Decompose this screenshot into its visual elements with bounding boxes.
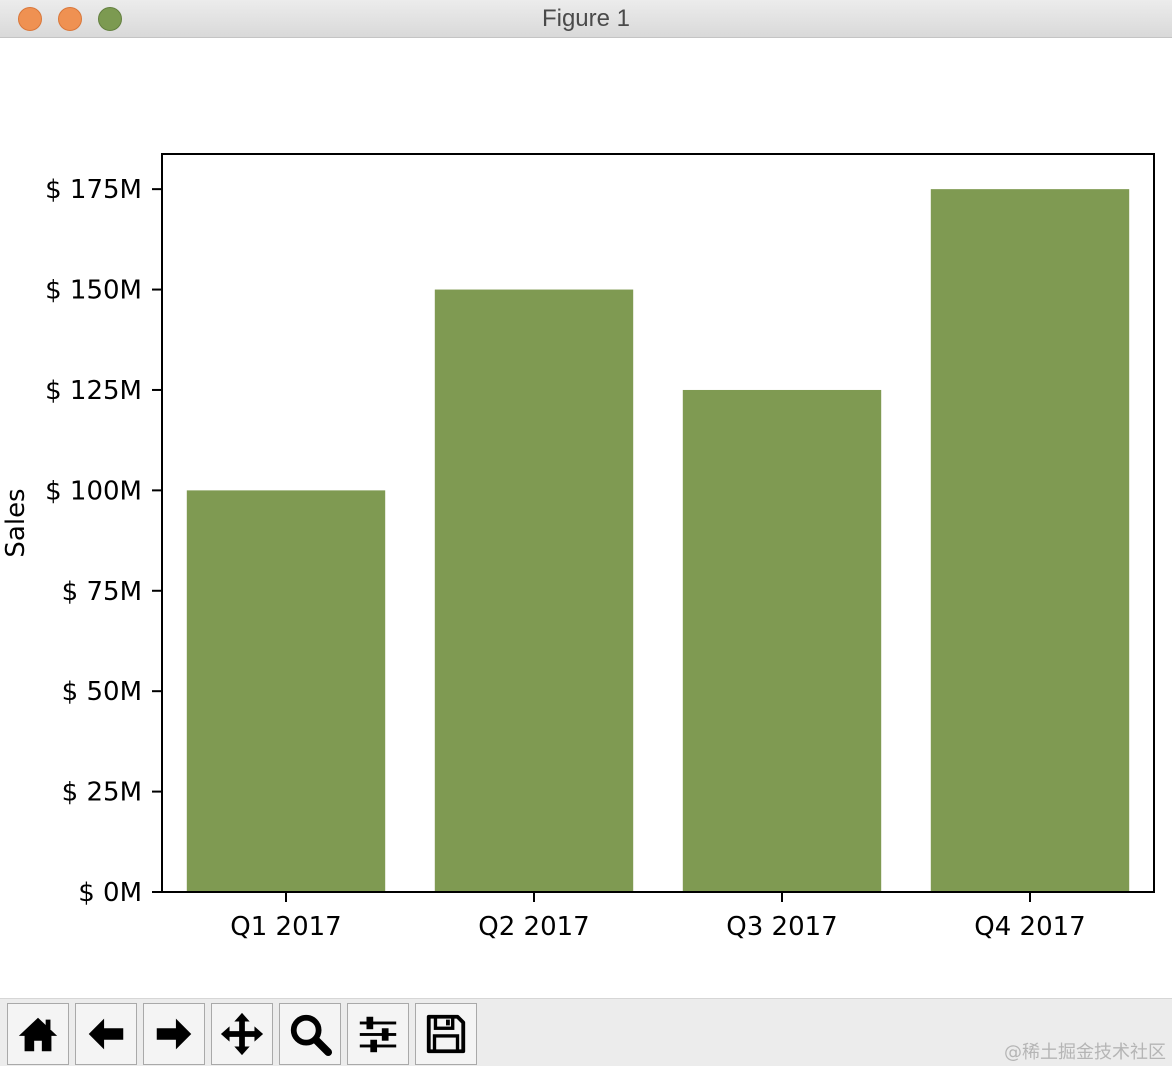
x-tick-label: Q1 2017 xyxy=(230,912,341,942)
y-tick-label: $ 0M xyxy=(78,878,142,908)
bar xyxy=(682,389,882,892)
zoom-button[interactable] xyxy=(279,1003,341,1065)
window-titlebar: Figure 1 xyxy=(0,0,1172,38)
y-tick-label: $ 25M xyxy=(62,778,142,808)
bar-chart: $ 0M $ 25M $ 50M $ 75M $ 100M $ 125M $ 150M $ 1… xyxy=(1,153,1155,942)
window-title: Figure 1 xyxy=(541,5,631,32)
navigation-toolbar xyxy=(0,998,1172,1066)
configure-subplots-button[interactable] xyxy=(347,1003,409,1065)
bar xyxy=(434,289,634,892)
y-axis-label: Sales xyxy=(1,488,31,557)
x-tick-label: Q4 2017 xyxy=(974,912,1085,942)
forward-button[interactable] xyxy=(143,1003,205,1065)
back-button[interactable] xyxy=(75,1003,137,1065)
pan-button[interactable] xyxy=(211,1003,273,1065)
y-tick-label: $ 100M xyxy=(45,476,142,506)
save-button[interactable] xyxy=(415,1003,477,1065)
x-tick-label: Q3 2017 xyxy=(726,912,837,942)
magnifier-icon xyxy=(290,1014,333,1057)
watermark: @稀土掘金技术社区 xyxy=(1004,1042,1166,1063)
floppy-disk-icon xyxy=(426,1014,466,1054)
bar xyxy=(930,189,1130,893)
home-button[interactable] xyxy=(7,1003,69,1065)
bar xyxy=(186,490,386,892)
x-tick-label: Q2 2017 xyxy=(478,912,589,942)
move-icon xyxy=(220,1012,264,1056)
y-tick-label: $ 175M xyxy=(45,175,142,205)
y-tick-label: $ 75M xyxy=(62,577,142,607)
home-icon xyxy=(18,1017,58,1052)
y-tick-label: $ 150M xyxy=(45,276,142,306)
y-tick-label: $ 125M xyxy=(45,376,142,406)
arrow-right-icon xyxy=(156,1018,192,1050)
arrow-left-icon xyxy=(88,1018,124,1050)
y-tick-label: $ 50M xyxy=(62,677,142,707)
sliders-icon xyxy=(359,1016,397,1053)
